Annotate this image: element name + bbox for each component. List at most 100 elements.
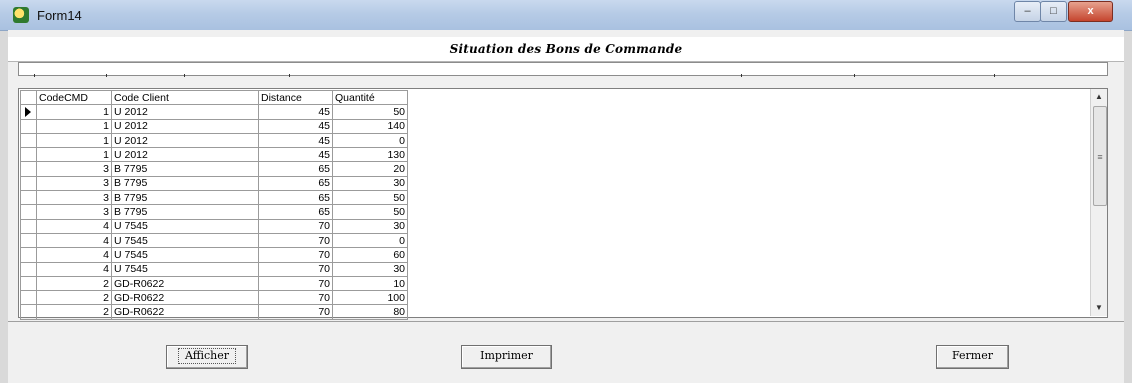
vertical-scrollbar[interactable]: ▲ ≡ ▼ xyxy=(1090,89,1107,316)
table-row[interactable]: 4U 7545 70 60 xyxy=(20,247,408,263)
cell-codecmd[interactable]: 3 xyxy=(36,175,112,192)
cell-code-client[interactable]: B 7795 xyxy=(111,175,259,192)
scroll-thumb[interactable]: ≡ xyxy=(1093,106,1107,206)
cell-codecmd[interactable]: 1 xyxy=(36,118,112,134)
cell-distance[interactable]: 70 xyxy=(258,261,333,277)
cell-code-client[interactable]: U 2012 xyxy=(111,118,259,134)
cell-distance[interactable]: 70 xyxy=(258,290,333,306)
table-row[interactable]: 4U 7545 70 30 xyxy=(20,261,408,277)
cell-quantite[interactable]: 50 xyxy=(332,104,408,120)
scroll-up-arrow-icon[interactable]: ▲ xyxy=(1091,89,1107,105)
cell-codecmd[interactable]: 4 xyxy=(36,232,112,249)
maximize-button[interactable]: □ xyxy=(1040,1,1067,22)
cell-quantite[interactable]: 30 xyxy=(332,261,408,277)
row-indicator[interactable] xyxy=(20,104,37,120)
scroll-down-arrow-icon[interactable]: ▼ xyxy=(1091,300,1107,316)
minimize-button[interactable]: – xyxy=(1014,1,1041,22)
row-indicator[interactable] xyxy=(20,232,37,249)
cell-code-client[interactable]: U 7545 xyxy=(111,247,259,263)
row-indicator[interactable] xyxy=(20,261,37,277)
cell-distance[interactable]: 70 xyxy=(258,275,333,292)
cell-quantite[interactable]: 30 xyxy=(332,175,408,192)
cell-codecmd[interactable]: 3 xyxy=(36,204,112,220)
cell-codecmd[interactable]: 3 xyxy=(36,190,112,206)
column-header[interactable]: Distance xyxy=(258,89,333,106)
row-indicator[interactable] xyxy=(20,218,37,234)
cell-distance[interactable]: 65 xyxy=(258,204,333,220)
cell-code-client[interactable]: GD-R0622 xyxy=(111,290,259,306)
row-indicator[interactable] xyxy=(20,132,37,149)
imprimer-button[interactable]: Imprimer xyxy=(461,345,552,369)
cell-quantite[interactable]: 10 xyxy=(332,275,408,292)
table-row[interactable]: 1U 2012 45 50 xyxy=(20,104,408,120)
cell-distance[interactable]: 70 xyxy=(258,218,333,234)
column-header[interactable]: Quantité xyxy=(332,89,408,106)
cell-distance[interactable]: 65 xyxy=(258,161,333,177)
table-row[interactable]: 1U 2012 45 0 xyxy=(20,132,408,149)
cell-distance[interactable]: 45 xyxy=(258,118,333,134)
data-grid[interactable]: CodeCMD Code Client Distance Quantité 1U… xyxy=(18,88,1108,320)
afficher-button[interactable]: Afficher xyxy=(166,345,248,369)
table-row[interactable]: 3B 7795 65 50 xyxy=(20,204,408,220)
cell-code-client[interactable]: U 2012 xyxy=(111,104,259,120)
cell-distance[interactable]: 70 xyxy=(258,304,333,320)
table-row[interactable]: 2 GD-R0622 70 100 xyxy=(20,290,408,306)
cell-quantite[interactable]: 20 xyxy=(332,161,408,177)
row-indicator[interactable] xyxy=(20,304,37,320)
cell-distance[interactable]: 70 xyxy=(258,232,333,249)
cell-code-client[interactable]: U 7545 xyxy=(111,261,259,277)
cell-code-client[interactable]: B 7795 xyxy=(111,204,259,220)
cell-distance[interactable]: 45 xyxy=(258,147,333,163)
cell-code-client[interactable]: B 7795 xyxy=(111,190,259,206)
cell-quantite[interactable]: 30 xyxy=(332,218,408,234)
cell-codecmd[interactable]: 3 xyxy=(36,161,112,177)
table-row[interactable]: 3B 7795 65 20 xyxy=(20,161,408,177)
cell-distance[interactable]: 65 xyxy=(258,175,333,192)
cell-quantite[interactable]: 130 xyxy=(332,147,408,163)
cell-codecmd[interactable]: 4 xyxy=(36,247,112,263)
cell-code-client[interactable]: B 7795 xyxy=(111,161,259,177)
table-row[interactable]: 2 GD-R0622 70 10 xyxy=(20,275,408,292)
table-row[interactable]: 1U 2012 45 140 xyxy=(20,118,408,134)
row-indicator[interactable] xyxy=(20,147,37,163)
row-indicator[interactable] xyxy=(20,190,37,206)
cell-codecmd[interactable]: 1 xyxy=(36,132,112,149)
cell-distance[interactable]: 65 xyxy=(258,190,333,206)
cell-quantite[interactable]: 0 xyxy=(332,232,408,249)
row-indicator[interactable] xyxy=(20,161,37,177)
cell-codecmd[interactable]: 2 xyxy=(36,290,112,306)
row-indicator[interactable] xyxy=(20,290,37,306)
row-indicator[interactable] xyxy=(20,204,37,220)
cell-code-client[interactable]: U 7545 xyxy=(111,232,259,249)
row-indicator[interactable] xyxy=(20,275,37,292)
row-indicator[interactable] xyxy=(20,118,37,134)
table-row[interactable]: 4U 7545 70 0 xyxy=(20,232,408,249)
close-button[interactable]: x xyxy=(1068,1,1113,22)
cell-code-client[interactable]: GD-R0622 xyxy=(111,275,259,292)
row-indicator[interactable] xyxy=(20,175,37,192)
cell-quantite[interactable]: 140 xyxy=(332,118,408,134)
cell-codecmd[interactable]: 2 xyxy=(36,275,112,292)
cell-code-client[interactable]: U 2012 xyxy=(111,132,259,149)
fermer-button[interactable]: Fermer xyxy=(936,345,1009,369)
cell-codecmd[interactable]: 4 xyxy=(36,218,112,234)
cell-distance[interactable]: 70 xyxy=(258,247,333,263)
cell-quantite[interactable]: 50 xyxy=(332,190,408,206)
cell-codecmd[interactable]: 1 xyxy=(36,147,112,163)
cell-distance[interactable]: 45 xyxy=(258,132,333,149)
cell-quantite[interactable]: 50 xyxy=(332,204,408,220)
row-indicator[interactable] xyxy=(20,247,37,263)
cell-code-client[interactable]: GD-R0622 xyxy=(111,304,259,320)
cell-codecmd[interactable]: 2 xyxy=(36,304,112,320)
cell-code-client[interactable]: U 7545 xyxy=(111,218,259,234)
table-row[interactable]: 4U 7545 70 30 xyxy=(20,218,408,234)
column-header[interactable]: Code Client xyxy=(111,89,259,106)
table-row[interactable]: 3B 7795 65 50 xyxy=(20,190,408,206)
column-header[interactable]: CodeCMD xyxy=(36,89,112,106)
cell-quantite[interactable]: 60 xyxy=(332,247,408,263)
table-row[interactable]: 2 GD-R0622 70 80 xyxy=(20,304,408,320)
cell-quantite[interactable]: 100 xyxy=(332,290,408,306)
cell-quantite[interactable]: 0 xyxy=(332,132,408,149)
table-row[interactable]: 3B 7795 65 30 xyxy=(20,175,408,192)
cell-codecmd[interactable]: 4 xyxy=(36,261,112,277)
